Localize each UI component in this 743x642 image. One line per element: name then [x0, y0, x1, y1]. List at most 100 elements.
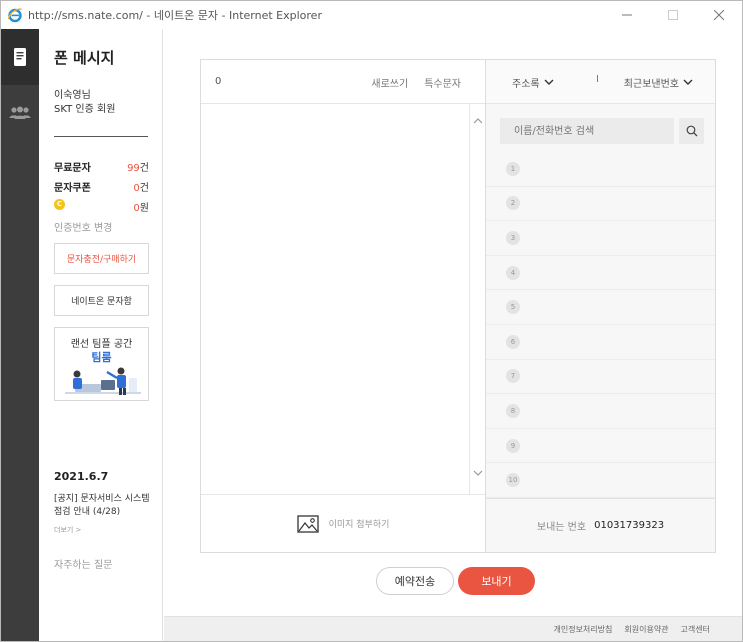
- change-auth-link[interactable]: 인증번호 변경: [54, 219, 112, 234]
- support-link[interactable]: 고객센터: [681, 624, 710, 635]
- reserve-send-button[interactable]: 예약전송: [376, 567, 454, 595]
- recipient-row[interactable]: 9: [486, 429, 715, 464]
- attach-image-label: 이미지 첨부하기: [328, 520, 390, 530]
- people-icon: [9, 106, 31, 119]
- search-icon: [686, 125, 697, 137]
- title-bar: http://sms.nate.com/ - 네이트온 문자 - Interne…: [1, 1, 742, 29]
- search-button[interactable]: [679, 118, 704, 144]
- compose-header: 0 새로쓰기 특수문자: [201, 60, 485, 104]
- coin-row: C 0원: [54, 199, 149, 214]
- chevron-down-icon: [683, 79, 693, 85]
- attach-image-area[interactable]: 이미지 첨부하기: [201, 494, 485, 552]
- faq-link[interactable]: 자주하는 질문: [54, 556, 112, 571]
- recent-numbers-label: 최근보낸번호: [623, 79, 679, 90]
- coin-value: 0원: [133, 199, 149, 214]
- recipient-number-badge: 3: [506, 230, 520, 245]
- recipient-number-badge: 4: [506, 265, 520, 280]
- ad-line2: 팀룸: [91, 351, 112, 364]
- side-rail: [1, 29, 39, 641]
- header-separator: I: [596, 74, 599, 85]
- recipient-number-badge: 10: [506, 473, 520, 488]
- free-sms-value: 99건: [127, 159, 149, 174]
- charge-button[interactable]: 문자충전/구매하기: [54, 243, 149, 274]
- recipient-number-badge: 6: [506, 334, 520, 349]
- free-sms-unit: 건: [139, 163, 149, 174]
- internet-explorer-icon: [7, 8, 22, 23]
- address-book-dropdown[interactable]: 주소록: [512, 75, 554, 90]
- free-sms-row: 무료문자 99건: [54, 159, 149, 174]
- recipient-row[interactable]: 10: [486, 463, 715, 498]
- scroll-up-icon[interactable]: [470, 114, 486, 128]
- send-button[interactable]: 보내기: [458, 567, 535, 595]
- recipient-list: 1 2 3 4 5 6 7 8 9 10: [486, 152, 715, 498]
- sender-label: 보내는 번호: [536, 522, 587, 533]
- privacy-link[interactable]: 개인정보처리방침: [553, 624, 612, 635]
- coupon-unit: 건: [139, 183, 149, 194]
- notice-date: 2021.6.7: [54, 470, 109, 483]
- address-header: 주소록 I 최근보낸번호: [486, 60, 715, 104]
- new-write-button[interactable]: 새로쓰기: [371, 75, 408, 90]
- user-auth: SKT 인증 회원: [54, 104, 116, 115]
- coin-unit: 원: [139, 203, 149, 214]
- teamroom-ad-banner[interactable]: 랜선 팀플 공간 팀룸: [54, 327, 149, 401]
- close-icon: [714, 10, 724, 20]
- sender-number: 01031739323: [594, 520, 665, 531]
- terms-link[interactable]: 회원이용약관: [624, 624, 668, 635]
- teamwork-illustration-icon: [65, 367, 141, 395]
- ad-line1: 랜선 팀플 공간: [70, 339, 133, 350]
- user-info: 이숙영님 SKT 인증 회원: [54, 89, 115, 117]
- left-info-panel: 폰 메시지 이숙영님 SKT 인증 회원 무료문자 99건 문자쿠폰 0건 C …: [39, 29, 163, 641]
- coupon-label: 문자쿠폰: [54, 183, 91, 194]
- notice-text[interactable]: [공지] 문자서비스 시스템 점검 안내 (4/28): [54, 493, 154, 519]
- page-title: 폰 메시지: [54, 49, 115, 67]
- free-sms-count: 99: [127, 163, 140, 174]
- free-sms-label: 무료문자: [54, 163, 91, 174]
- address-panel: 주소록 I 최근보낸번호 1 2 3 4 5 6 7 8 9 10 보내는 번호 01031739…: [485, 59, 716, 553]
- recipient-row[interactable]: 2: [486, 187, 715, 222]
- address-book-label: 주소록: [512, 79, 540, 90]
- image-icon: [296, 514, 319, 533]
- window-controls: [604, 1, 742, 29]
- browser-window: http://sms.nate.com/ - 네이트온 문자 - Interne…: [0, 0, 743, 642]
- compose-box: 0 새로쓰기 특수문자 이미지 첨부하기: [200, 59, 486, 553]
- minimize-icon: [622, 14, 632, 16]
- chevron-down-icon: [544, 79, 554, 85]
- nateon-sms-box-button[interactable]: 네이트온 문자함: [54, 285, 149, 316]
- window-title: http://sms.nate.com/ - 네이트온 문자 - Interne…: [28, 9, 322, 22]
- coupon-value: 0건: [133, 179, 149, 194]
- maximize-button[interactable]: [650, 1, 696, 29]
- user-name: 이숙영님: [54, 90, 91, 101]
- coin-icon: C: [54, 199, 65, 210]
- search-row: [500, 118, 704, 144]
- recipient-number-badge: 8: [506, 403, 520, 418]
- recipient-row[interactable]: 3: [486, 221, 715, 256]
- sender-number-area: 보내는 번호 01031739323: [486, 498, 715, 552]
- minimize-button[interactable]: [604, 1, 650, 29]
- recipient-number-badge: 1: [506, 161, 520, 176]
- compose-tools: 새로쓰기 특수문자: [371, 75, 461, 90]
- recent-numbers-dropdown[interactable]: 최근보낸번호: [624, 75, 693, 90]
- message-textarea[interactable]: [201, 104, 469, 494]
- recipient-row[interactable]: 1: [486, 152, 715, 187]
- phone-message-icon: [14, 48, 26, 66]
- main-area: 0 새로쓰기 특수문자 이미지 첨부하기 주소록 I 최근보낸번호 이름/전화번…: [164, 29, 742, 616]
- char-count: 0: [215, 76, 222, 87]
- recipient-row[interactable]: 8: [486, 394, 715, 429]
- special-chars-button[interactable]: 특수문자: [424, 75, 461, 90]
- divider: [54, 136, 148, 137]
- recipient-row[interactable]: 6: [486, 325, 715, 360]
- scroll-down-icon[interactable]: [470, 466, 486, 480]
- recipient-number-badge: 2: [506, 196, 520, 211]
- rail-contacts[interactable]: [1, 85, 39, 141]
- recipient-row[interactable]: 7: [486, 360, 715, 395]
- close-button[interactable]: [696, 1, 742, 29]
- footer-links: 개인정보처리방침 회원이용약관 고객센터: [164, 616, 742, 641]
- message-scrollbar[interactable]: [469, 104, 485, 494]
- recipient-number-badge: 9: [506, 438, 520, 453]
- rail-phone-message[interactable]: [1, 29, 39, 85]
- more-link[interactable]: 더보기 >: [54, 525, 81, 535]
- search-input[interactable]: [500, 118, 674, 144]
- maximize-icon: [668, 10, 678, 20]
- recipient-row[interactable]: 4: [486, 256, 715, 291]
- recipient-row[interactable]: 5: [486, 290, 715, 325]
